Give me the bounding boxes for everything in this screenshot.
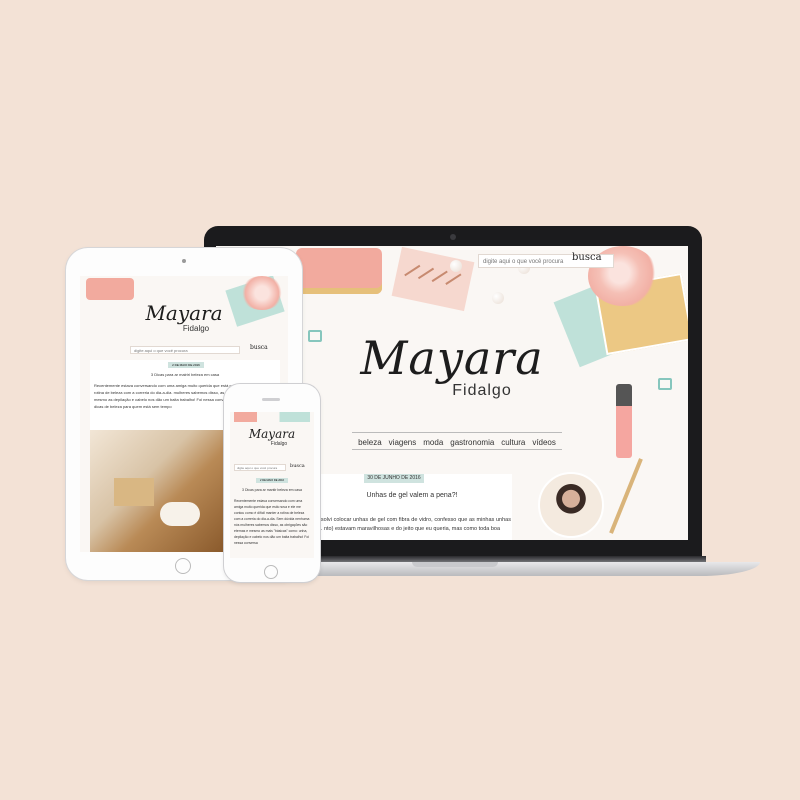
post-title[interactable]: 3 Dicas para ar mairiri beleza em casa (90, 372, 280, 377)
author-avatar (538, 472, 604, 538)
nav-item-viagens[interactable]: viagens (389, 438, 417, 447)
search-button[interactable]: busca (290, 463, 305, 469)
main-nav: beleza viagens moda gastronomia cultura … (352, 432, 562, 450)
logo-main: Mayara (145, 301, 223, 325)
tablet-camera (182, 259, 186, 263)
pearl-decoration (450, 260, 462, 272)
logo-sub: Fidalgo (270, 441, 288, 447)
search-input[interactable]: digite aqui o que você procura (130, 346, 240, 354)
post-date: 2 DE MAIO DE 2016 (256, 478, 288, 483)
search-button[interactable]: busca (572, 252, 602, 263)
nav-item-moda[interactable]: moda (423, 438, 443, 447)
search-button[interactable]: busca (250, 344, 268, 351)
brush-decoration (609, 458, 643, 534)
nav-item-cultura[interactable]: cultura (501, 438, 525, 447)
post-date: 30 DE JUNHO DE 2016 (364, 474, 424, 483)
tablet-home-button[interactable] (175, 558, 191, 574)
post-excerpt: Recentemente estava conversando com uma … (234, 499, 310, 545)
phone-screen: Mayara Fidalgo digite aqui o que você pr… (230, 412, 314, 558)
site-logo[interactable]: Mayara Fidalgo (80, 302, 288, 333)
post-title[interactable]: Unhas de gel valem a pena?! (312, 492, 512, 499)
nav-item-gastronomia[interactable]: gastronomia (450, 438, 494, 447)
search-input[interactable]: digite aqui o que você procura (234, 464, 286, 471)
post-title[interactable]: 3 Dicas para ar mantir beleza em casa (234, 488, 310, 492)
header-decoration (234, 412, 310, 422)
post-excerpt: resolvi colocar unhas de gel com fibra d… (316, 517, 511, 532)
phone-speaker (262, 398, 280, 401)
notebook-decoration (391, 246, 475, 312)
nav-item-beleza[interactable]: beleza (358, 438, 382, 447)
post-photo (90, 430, 224, 552)
logo-main: Mayara (248, 427, 296, 441)
site-logo[interactable]: Mayara Fidalgo (230, 427, 314, 448)
soap-decoration (114, 478, 154, 506)
pink-purse-decoration (86, 278, 134, 300)
laptop-camera (450, 234, 456, 240)
towel-decoration (160, 502, 200, 526)
nav-item-videos[interactable]: vídeos (532, 438, 556, 447)
logo-sub: Fidalgo (182, 324, 210, 333)
post-date: 2 DE MAIO DE 2016 (168, 362, 204, 368)
phone-home-button[interactable] (264, 565, 278, 579)
logo-sub: Fidalgo (452, 382, 512, 399)
pearl-decoration (492, 292, 504, 304)
pink-purse-decoration (296, 248, 382, 294)
laptop-notch (412, 562, 498, 567)
